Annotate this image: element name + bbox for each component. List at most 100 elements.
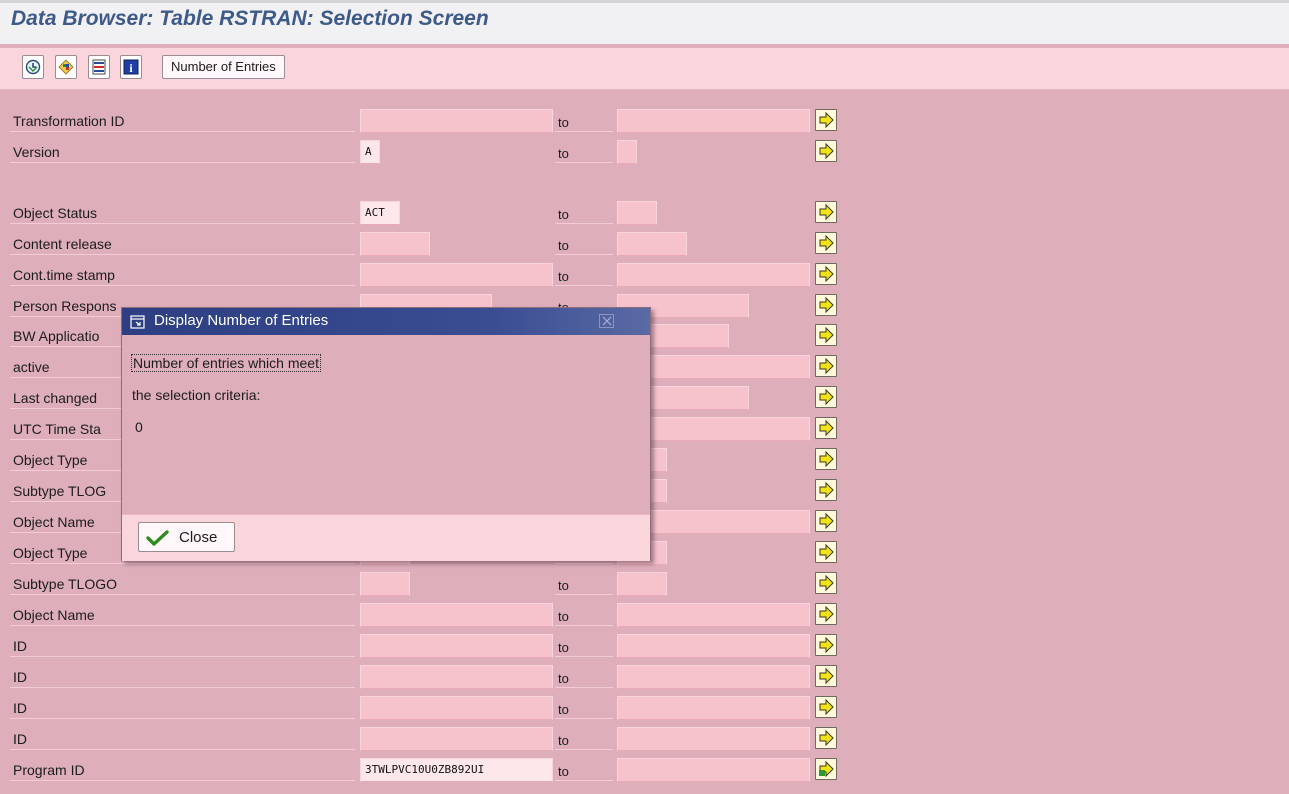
high-value-input[interactable]: [617, 758, 810, 782]
multiple-selection-button[interactable]: [815, 510, 837, 532]
to-label: to: [558, 238, 569, 253]
multiple-selection-button[interactable]: [815, 386, 837, 408]
to-label: to: [558, 702, 569, 717]
high-value-input[interactable]: [617, 140, 637, 164]
label-underline: [10, 625, 355, 626]
dialog-close-icon[interactable]: [599, 314, 614, 328]
multiple-selection-button[interactable]: [815, 324, 837, 346]
to-label: to: [558, 115, 569, 130]
selection-row: ID to: [0, 725, 860, 755]
dialog-message-line2: the selection criteria:: [132, 387, 261, 403]
high-value-input[interactable]: [617, 232, 687, 256]
multiple-selection-button[interactable]: [815, 603, 837, 625]
execute-button[interactable]: [22, 55, 44, 79]
to-underline: [555, 285, 613, 286]
multiple-selection-button[interactable]: [815, 696, 837, 718]
high-value-input[interactable]: [617, 263, 810, 287]
field-label: ID: [13, 669, 27, 685]
low-value-input[interactable]: [360, 665, 553, 689]
field-label: Subtype TLOGO: [13, 576, 118, 592]
multiple-selection-button[interactable]: [815, 355, 837, 377]
to-underline: [555, 254, 613, 255]
number-of-entries-button[interactable]: Number of Entries: [162, 55, 285, 79]
field-label: Object Name: [13, 514, 95, 530]
number-of-entries-dialog: Display Number of Entries Number of entr…: [121, 307, 651, 561]
dialog-footer: Close: [122, 514, 650, 561]
to-underline: [555, 625, 613, 626]
to-label: to: [558, 609, 569, 624]
to-label: to: [558, 764, 569, 779]
low-value-input[interactable]: [360, 263, 553, 287]
field-label: Program ID: [13, 762, 85, 778]
field-label: UTC Time Sta: [13, 421, 101, 437]
to-underline: [555, 563, 613, 564]
low-value-input[interactable]: [360, 634, 553, 658]
dialog-title: Display Number of Entries: [154, 312, 329, 329]
label-underline: [10, 749, 355, 750]
high-value-input[interactable]: [617, 603, 810, 627]
information-button[interactable]: i: [120, 55, 142, 79]
field-label: Person Respons: [13, 298, 117, 314]
label-underline: [10, 131, 355, 132]
label-underline: [10, 223, 355, 224]
label-underline: [10, 563, 355, 564]
to-underline: [555, 162, 613, 163]
to-underline: [555, 718, 613, 719]
multiple-selection-button[interactable]: [815, 758, 837, 780]
multiple-selection-button[interactable]: [815, 232, 837, 254]
low-value-input[interactable]: ACT: [360, 201, 400, 225]
low-value-input[interactable]: [360, 572, 410, 596]
multiple-selection-button[interactable]: [815, 541, 837, 563]
field-label: Transformation ID: [13, 113, 125, 129]
selection-row: ID to: [0, 663, 860, 693]
multiple-selection-button[interactable]: [815, 294, 837, 316]
high-value-input[interactable]: [617, 727, 810, 751]
field-label: ID: [13, 638, 27, 654]
to-underline: [555, 131, 613, 132]
high-value-input[interactable]: [617, 201, 657, 225]
dialog-message-line1: Number of entries which meet: [131, 354, 321, 372]
to-label: to: [558, 578, 569, 593]
low-value-input[interactable]: A: [360, 140, 380, 164]
high-value-input[interactable]: [617, 572, 667, 596]
low-value-input[interactable]: [360, 696, 553, 720]
multiple-selection-button[interactable]: [815, 201, 837, 223]
high-value-input[interactable]: [617, 665, 810, 689]
title-bar: Data Browser: Table RSTRAN: Selection Sc…: [0, 0, 1289, 44]
multiple-selection-button[interactable]: [815, 479, 837, 501]
selection-row: Program ID 3TWLPVC10U0ZB892UI to: [0, 756, 860, 786]
to-label: to: [558, 146, 569, 161]
multiple-selection-button[interactable]: [815, 140, 837, 162]
delete-row-button[interactable]: [88, 55, 110, 79]
high-value-input[interactable]: [617, 696, 810, 720]
field-label: Content release: [13, 236, 112, 252]
low-value-input[interactable]: [360, 109, 553, 133]
high-value-input[interactable]: [617, 109, 810, 133]
multiple-selection-button[interactable]: [815, 634, 837, 656]
selection-row: Object Status ACT to: [0, 199, 860, 229]
label-underline: [10, 718, 355, 719]
multiple-selection-button[interactable]: [815, 109, 837, 131]
multiple-selection-button[interactable]: [815, 665, 837, 687]
low-value-input[interactable]: [360, 727, 553, 751]
multiple-selection-button[interactable]: [815, 417, 837, 439]
multiple-selection-button[interactable]: [815, 263, 837, 285]
high-value-input[interactable]: [617, 634, 810, 658]
low-value-input[interactable]: [360, 232, 430, 256]
selection-options-button[interactable]: [55, 55, 77, 79]
page-title: Data Browser: Table RSTRAN: Selection Sc…: [11, 7, 489, 30]
selection-row: Transformation ID to: [0, 107, 860, 137]
entry-count: 0: [135, 419, 143, 435]
label-underline: [10, 594, 355, 595]
multiple-selection-button[interactable]: [815, 448, 837, 470]
label-underline: [10, 254, 355, 255]
low-value-input[interactable]: 3TWLPVC10U0ZB892UI: [360, 758, 553, 782]
multiple-selection-button[interactable]: [815, 572, 837, 594]
low-value-input[interactable]: [360, 603, 553, 627]
close-button[interactable]: Close: [138, 522, 235, 552]
to-underline: [555, 223, 613, 224]
label-underline: [10, 780, 355, 781]
selection-row: ID to: [0, 632, 860, 662]
field-label: Last changed: [13, 390, 98, 406]
multiple-selection-button[interactable]: [815, 727, 837, 749]
